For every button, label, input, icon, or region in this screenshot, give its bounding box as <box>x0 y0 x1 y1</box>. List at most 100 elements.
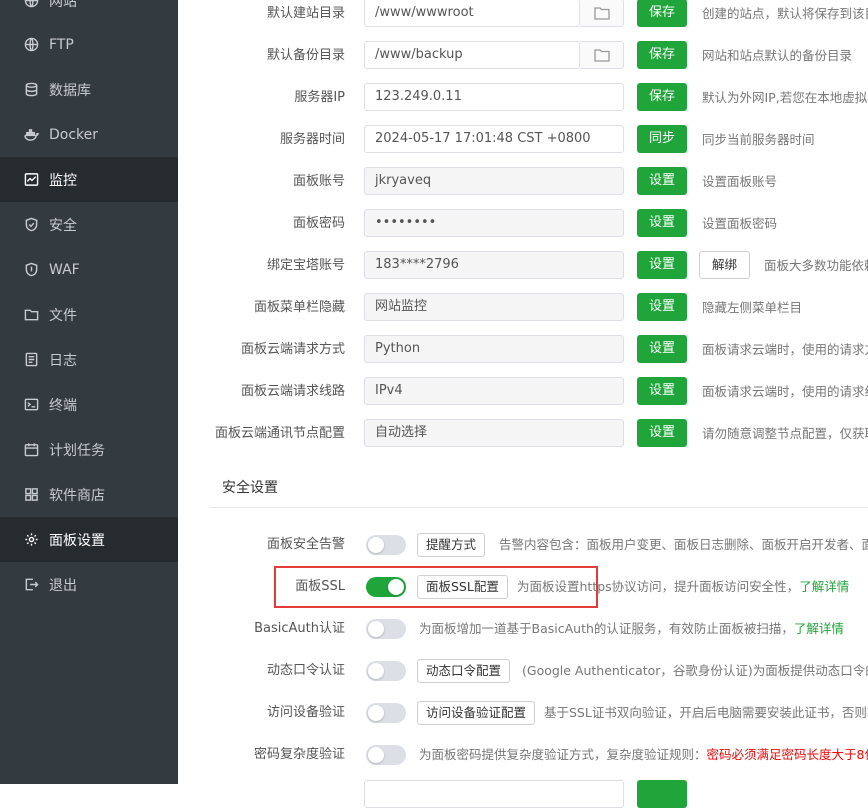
gear-icon <box>23 532 39 548</box>
sidebar-item-waf[interactable]: WAF <box>0 247 178 292</box>
sidebar: 网站 FTP 数据库 Docker 监控 安全 WAF 文件 日志 终端 计划任… <box>0 0 178 784</box>
waf-shield-icon <box>23 262 39 278</box>
sidebar-item-label: 日志 <box>49 352 77 369</box>
set-button[interactable]: 设置 <box>637 167 687 195</box>
grid-icon <box>23 487 39 503</box>
set-button[interactable]: 设置 <box>637 419 687 447</box>
alert-method-button[interactable]: 提醒方式 <box>417 533 486 557</box>
server-ip-input[interactable]: 123.249.0.11 <box>364 83 624 111</box>
setting-description: 面板请求云端时，使用的请求线 <box>702 384 868 399</box>
setting-row-cloud-node: 面板云端通讯节点配置 自动选择 设置 请勿随意调整节点配置，仅获取 <box>178 419 868 462</box>
basicauth-toggle[interactable] <box>366 619 406 639</box>
setting-description: 设置面板账号 <box>702 174 778 189</box>
menu-hide-field: 网站监控 <box>364 293 624 321</box>
calendar-icon <box>23 442 39 458</box>
set-button[interactable]: 设置 <box>637 377 687 405</box>
sidebar-item-cron[interactable]: 计划任务 <box>0 427 178 472</box>
setting-row-bt-account: 绑定宝塔账号 183****2796 设置 解绑 面板大多数功能依赖 <box>178 251 868 294</box>
otp-toggle[interactable] <box>366 661 406 681</box>
setting-label: 服务器时间 <box>279 132 345 147</box>
globe-icon <box>23 0 39 9</box>
sidebar-item-docker[interactable]: Docker <box>0 112 178 157</box>
settings-main: 默认建站目录 /www/wwwroot 保存 创建的站点，默认将保存到该目 默认… <box>178 0 868 808</box>
backup-dir-input[interactable]: /www/backup <box>364 41 580 69</box>
globe-icon <box>23 37 39 53</box>
alert-toggle[interactable] <box>366 535 406 555</box>
security-description: 为面板增加一道基于BasicAuth的认证服务，有效防止面板被扫描，了解详情 <box>419 617 844 641</box>
unbind-button[interactable]: 解绑 <box>699 251 751 279</box>
sidebar-item-security[interactable]: 安全 <box>0 202 178 247</box>
setting-label: 面板菜单栏隐藏 <box>253 300 345 315</box>
folder-picker-button[interactable] <box>580 41 624 69</box>
security-label: 密码复杂度验证 <box>253 747 345 762</box>
setting-row-panel-account: 面板账号 jkryaveq 设置 设置面板账号 <box>178 167 868 210</box>
sidebar-item-database[interactable]: 数据库 <box>0 67 178 112</box>
docker-icon <box>23 127 39 143</box>
folder-icon <box>23 307 39 323</box>
toggle-knob <box>368 537 384 553</box>
toggle-knob <box>368 705 384 721</box>
setting-row-cloud-line: 面板云端请求线路 IPv4 设置 面板请求云端时，使用的请求线 <box>178 377 868 420</box>
sidebar-item-logs[interactable]: 日志 <box>0 337 178 382</box>
setting-label: 绑定宝塔账号 <box>266 258 345 273</box>
setting-description: 网站和站点默认的备份目录 <box>702 48 853 63</box>
device-toggle[interactable] <box>366 703 406 723</box>
security-row-device: 访问设备验证 访问设备验证配置 基于SSL证书双向验证，开启后电脑需要安装此证书… <box>178 701 868 741</box>
sync-button[interactable]: 同步 <box>637 125 687 153</box>
security-description: 告警内容包含：面板用户变更、面板日志删除、面板开启开发者、面板 <box>499 537 868 552</box>
sidebar-item-store[interactable]: 软件商店 <box>0 472 178 517</box>
sidebar-item-terminal[interactable]: 终端 <box>0 382 178 427</box>
save-button[interactable]: 保存 <box>637 83 687 111</box>
setting-label: 面板云端通讯节点配置 <box>214 426 345 441</box>
setting-row-backup-dir: 默认备份目录 /www/backup 保存 网站和站点默认的备份目录 <box>178 41 868 84</box>
setting-description: 面板大多数功能依赖 <box>764 258 868 273</box>
security-label: 访问设备验证 <box>266 705 345 720</box>
setting-row-menu-hide: 面板菜单栏隐藏 网站监控 设置 隐藏左侧菜单栏目 <box>178 293 868 336</box>
learn-more-link[interactable]: 了解详情 <box>794 621 844 636</box>
sidebar-item-label: 计划任务 <box>49 442 105 459</box>
sidebar-item-logout[interactable]: 退出 <box>0 562 178 607</box>
sidebar-item-ftp[interactable]: FTP <box>0 22 178 67</box>
security-description: 为面板密码提供复杂度验证方式，复杂度验证规则：密码必须满足密码长度大于8位且 <box>419 743 868 767</box>
setting-description: 面板请求云端时，使用的请求方 <box>702 342 868 357</box>
complexity-desc-text: 为面板密码提供复杂度验证方式，复杂度验证规则： <box>419 747 707 762</box>
password-complexity-toggle[interactable] <box>366 745 406 765</box>
server-time-input[interactable]: 2024-05-17 17:01:48 CST +0800 <box>364 125 624 153</box>
device-config-button[interactable]: 访问设备验证配置 <box>417 701 536 725</box>
setting-description: 隐藏左侧菜单栏目 <box>702 300 803 315</box>
folder-picker-button[interactable] <box>580 0 624 27</box>
set-button[interactable]: 设置 <box>637 209 687 237</box>
sidebar-item-panel-settings[interactable]: 面板设置 <box>0 517 178 562</box>
setting-row-cloud-method: 面板云端请求方式 Python 设置 面板请求云端时，使用的请求方 <box>178 335 868 378</box>
log-icon <box>23 352 39 368</box>
sidebar-item-label: 监控 <box>49 172 77 189</box>
database-icon <box>23 82 39 98</box>
sidebar-item-label: 退出 <box>49 577 77 594</box>
setting-description: 默认为外网IP,若您在本地虚拟机 <box>702 90 868 105</box>
setting-label: 面板云端请求线路 <box>240 384 345 399</box>
learn-more-link[interactable]: 了解详情 <box>799 579 849 594</box>
save-button[interactable]: 保存 <box>637 41 687 69</box>
bt-account-field: 183****2796 <box>364 251 624 279</box>
sidebar-item-monitor[interactable]: 监控 <box>0 157 178 202</box>
sidebar-item-files[interactable]: 文件 <box>0 292 178 337</box>
next-input[interactable] <box>364 780 624 808</box>
next-button[interactable] <box>637 780 687 808</box>
otp-config-button[interactable]: 动态口令配置 <box>417 659 511 683</box>
sidebar-item-label: 面板设置 <box>49 532 105 549</box>
set-button[interactable]: 设置 <box>637 335 687 363</box>
setting-description: 设置面板密码 <box>702 216 778 231</box>
set-button[interactable]: 设置 <box>637 293 687 321</box>
site-dir-input[interactable]: /www/wwwroot <box>364 0 580 27</box>
panel-account-field: jkryaveq <box>364 167 624 195</box>
security-row-password-complexity: 密码复杂度验证 为面板密码提供复杂度验证方式，复杂度验证规则：密码必须满足密码长… <box>178 743 868 783</box>
setting-label: 面板账号 <box>292 174 345 189</box>
setting-description: 请勿随意调整节点配置，仅获取 <box>702 426 868 441</box>
setting-label: 服务器IP <box>294 90 345 105</box>
set-button[interactable]: 设置 <box>637 251 687 279</box>
sidebar-item-label: 文件 <box>49 307 77 324</box>
folder-icon <box>593 7 610 20</box>
save-button[interactable]: 保存 <box>637 0 687 27</box>
sidebar-item-website[interactable]: 网站 <box>0 0 178 23</box>
sidebar-item-label: 软件商店 <box>49 487 105 504</box>
